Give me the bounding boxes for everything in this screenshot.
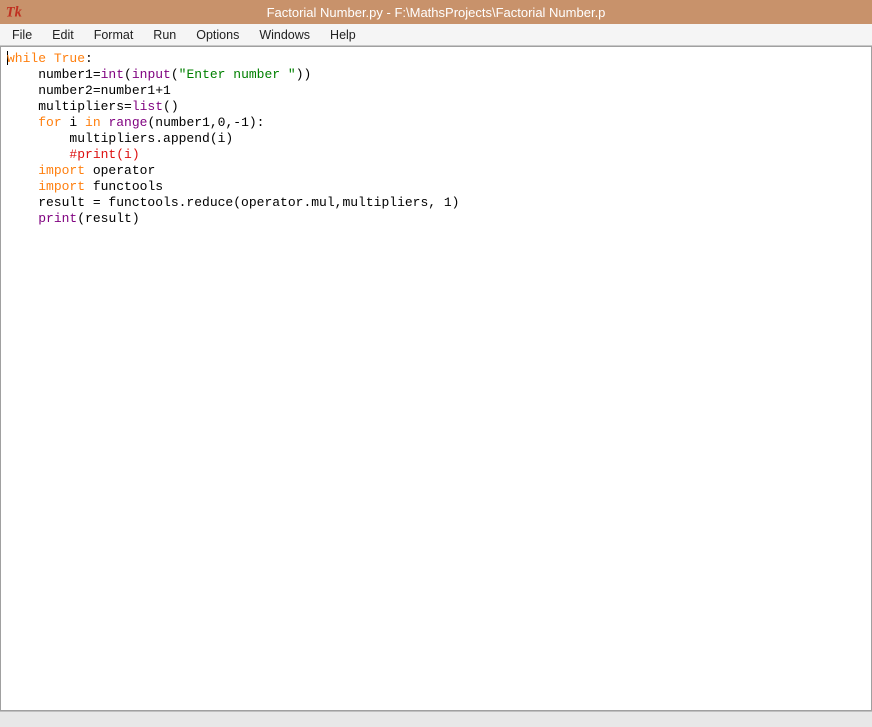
code-token: functools — [85, 179, 163, 194]
menu-file[interactable]: File — [2, 26, 42, 44]
code-token — [7, 211, 38, 226]
app-icon: Tk — [4, 3, 22, 21]
window-title: Factorial Number.py - F:\MathsProjects\F… — [267, 5, 606, 20]
code-editor[interactable]: while True: number1=int(input("Enter num… — [1, 47, 871, 231]
code-token: multipliers.append(i) — [7, 131, 233, 146]
code-token — [7, 179, 38, 194]
code-token: : — [85, 51, 93, 66]
code-token: list — [132, 99, 163, 114]
code-token: (result) — [77, 211, 139, 226]
code-token: i — [62, 115, 85, 130]
code-token — [7, 115, 38, 130]
code-token: print — [38, 211, 77, 226]
code-token: () — [163, 99, 179, 114]
code-token: "Enter number " — [179, 67, 296, 82]
code-token: for — [38, 115, 61, 130]
status-bar — [0, 711, 872, 727]
code-token: ( — [124, 67, 132, 82]
code-token: ( — [171, 67, 179, 82]
code-token: int — [101, 67, 124, 82]
code-token: number1= — [7, 67, 101, 82]
window-titlebar: Tk Factorial Number.py - F:\MathsProject… — [0, 0, 872, 24]
menubar: File Edit Format Run Options Windows Hel… — [0, 24, 872, 46]
svg-text:Tk: Tk — [6, 5, 22, 21]
code-token: )) — [296, 67, 312, 82]
code-token: while — [7, 51, 46, 66]
code-token: True — [46, 51, 85, 66]
code-token: range — [108, 115, 147, 130]
editor-area[interactable]: while True: number1=int(input("Enter num… — [0, 46, 872, 711]
code-token: in — [85, 115, 101, 130]
menu-options[interactable]: Options — [186, 26, 249, 44]
code-token — [7, 163, 38, 178]
code-token: input — [132, 67, 171, 82]
menu-help[interactable]: Help — [320, 26, 366, 44]
code-token: #print(i) — [69, 147, 139, 162]
code-token: operator — [85, 163, 155, 178]
code-token: import — [38, 163, 85, 178]
menu-run[interactable]: Run — [143, 26, 186, 44]
code-token: number2=number1+1 — [7, 83, 171, 98]
code-token: (number1,0,-1): — [147, 115, 264, 130]
code-token: result = functools.reduce(operator.mul,m… — [7, 195, 459, 210]
code-token: multipliers= — [7, 99, 132, 114]
menu-format[interactable]: Format — [84, 26, 144, 44]
code-token: import — [38, 179, 85, 194]
code-token — [7, 147, 69, 162]
menu-edit[interactable]: Edit — [42, 26, 84, 44]
menu-windows[interactable]: Windows — [249, 26, 320, 44]
